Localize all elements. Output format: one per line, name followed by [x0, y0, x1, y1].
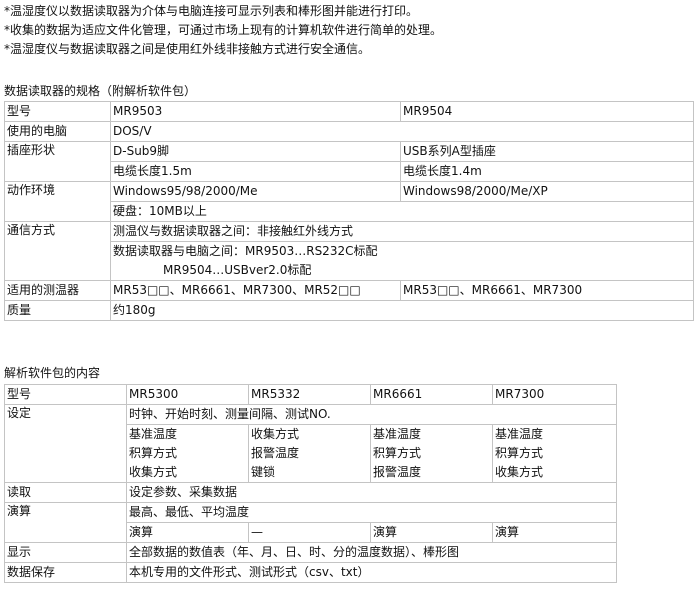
spec-comm-2: 数据读取器与电脑之间：MR9503…RS232C标配: [110, 241, 694, 261]
intro-line: *温湿度仪与数据读取器之间是使用红外线非接触方式进行安全通信。: [4, 42, 371, 56]
soft-setting-cell: 报警温度: [248, 444, 371, 463]
soft-setting-cell: 积算方式: [492, 444, 617, 463]
spec-comm-3: MR9504…USBver2.0标配: [110, 261, 694, 281]
soft-settings-label: 设定: [4, 404, 127, 483]
soft-model-mr5300: MR5300: [126, 384, 249, 405]
soft-model-mr5332: MR5332: [248, 384, 371, 405]
spec-comm-label: 通信方式: [4, 221, 111, 281]
soft-settings-common: 时钟、开始时刻、测量间隔、测试NO.: [126, 404, 617, 425]
soft-setting-cell: 键锁: [248, 463, 371, 483]
spec-socket-label: 插座形状: [4, 141, 111, 182]
soft-setting-cell: 收集方式: [248, 424, 371, 444]
soft-setting-cell: 报警温度: [370, 463, 493, 483]
soft-heading: 解析软件包的内容: [4, 366, 101, 380]
soft-display-value: 全部数据的数值表（年、月、日、时、分的温度数据）、棒形图: [126, 542, 617, 563]
spec-socket-a: D-Sub9脚: [110, 141, 401, 162]
table-row: 通信方式 测温仪与数据读取器之间：非接触红外线方式: [4, 221, 694, 281]
spec-mass-value: 约180g: [110, 300, 694, 321]
soft-model-mr6661: MR6661: [370, 384, 493, 405]
soft-calc-cell: 演算: [126, 522, 249, 543]
table-row: 型号 MR9503 MR9504: [4, 101, 694, 122]
spec-socket-b: USB系列A型插座: [400, 141, 694, 162]
soft-save-label: 数据保存: [4, 562, 127, 583]
spec-table: 型号 MR9503 MR9504 使用的电脑 DOS/V 插座形状 D-Sub9…: [4, 101, 694, 321]
table-row: 演算 最高、最低、平均温度: [4, 502, 617, 543]
soft-model-mr7300: MR7300: [492, 384, 617, 405]
table-row: 使用的电脑 DOS/V: [4, 121, 694, 142]
soft-setting-cell: 基准温度: [492, 424, 617, 444]
table-row: 数据保存 本机专用的文件形式、测试形式（csv、txt）: [4, 562, 617, 583]
spec-cable-a: 电缆长度1.5m: [110, 161, 401, 182]
table-row: 适用的测温器 MR53□□、MR6661、MR7300、MR52□□ MR53□…: [4, 280, 694, 301]
spec-env-label: 动作环境: [4, 181, 111, 222]
intro-line: *收集的数据为适应文件化管理，可通过市场上现有的计算机软件进行简单的处理。: [4, 23, 443, 37]
table-row: 插座形状 D-Sub9脚 USB系列A型插座: [4, 141, 694, 182]
soft-setting-cell: 积算方式: [126, 444, 249, 463]
soft-calc-cell: 演算: [492, 522, 617, 543]
spec-meters-label: 适用的测温器: [4, 280, 111, 301]
soft-calc-common: 最高、最低、平均温度: [126, 502, 617, 523]
soft-display-label: 显示: [4, 542, 127, 563]
table-row: 型号 MR5300 MR5332 MR6661 MR7300: [4, 384, 617, 405]
spec-model-a: MR9503: [110, 101, 401, 122]
soft-read-value: 设定参数、采集数据: [126, 482, 617, 503]
soft-read-label: 读取: [4, 482, 127, 503]
soft-setting-cell: 积算方式: [370, 444, 493, 463]
soft-setting-cell: 收集方式: [492, 463, 617, 483]
table-row: 读取 设定参数、采集数据: [4, 482, 617, 503]
spec-meters-b: MR53□□、MR6661、MR7300: [400, 280, 694, 301]
soft-calc-cell: 演算: [370, 522, 493, 543]
spec-comm-1: 测温仪与数据读取器之间：非接触红外线方式: [110, 221, 694, 242]
table-row: 显示 全部数据的数值表（年、月、日、时、分的温度数据）、棒形图: [4, 542, 617, 563]
spec-heading: 数据读取器的规格（附解析软件包）: [4, 84, 197, 98]
table-row: 动作环境 Windows95/98/2000/Me Windows98/2000…: [4, 181, 694, 222]
soft-calc-cell: —: [248, 522, 371, 543]
spec-pc-value: DOS/V: [110, 121, 694, 142]
spec-env-a: Windows95/98/2000/Me: [110, 181, 401, 202]
soft-setting-cell: 基准温度: [126, 424, 249, 444]
soft-save-value: 本机专用的文件形式、测试形式（csv、txt）: [126, 562, 617, 583]
table-row: 质量 约180g: [4, 300, 694, 321]
spec-meters-a: MR53□□、MR6661、MR7300、MR52□□: [110, 280, 401, 301]
soft-model-label: 型号: [4, 384, 127, 405]
soft-setting-cell: 收集方式: [126, 463, 249, 483]
spec-env-b: Windows98/2000/Me/XP: [400, 181, 694, 202]
soft-calc-label: 演算: [4, 502, 127, 543]
table-row: 设定 时钟、开始时刻、测量间隔、测试NO.: [4, 404, 617, 483]
spec-disk: 硬盘：10MB以上: [110, 201, 694, 222]
software-table: 型号 MR5300 MR5332 MR6661 MR7300 设定 时钟、开始时…: [4, 384, 617, 583]
intro-notes: *温湿度仪以数据读取器为介体与电脑连接可显示列表和棒形图并能进行打印。 *收集的…: [4, 2, 442, 59]
spec-mass-label: 质量: [4, 300, 111, 321]
spec-model-b: MR9504: [400, 101, 694, 122]
spec-model-label: 型号: [4, 101, 111, 122]
soft-setting-cell: 基准温度: [370, 424, 493, 444]
spec-cable-b: 电缆长度1.4m: [400, 161, 694, 182]
intro-line: *温湿度仪以数据读取器为介体与电脑连接可显示列表和棒形图并能进行打印。: [4, 4, 419, 18]
spec-pc-label: 使用的电脑: [4, 121, 111, 142]
